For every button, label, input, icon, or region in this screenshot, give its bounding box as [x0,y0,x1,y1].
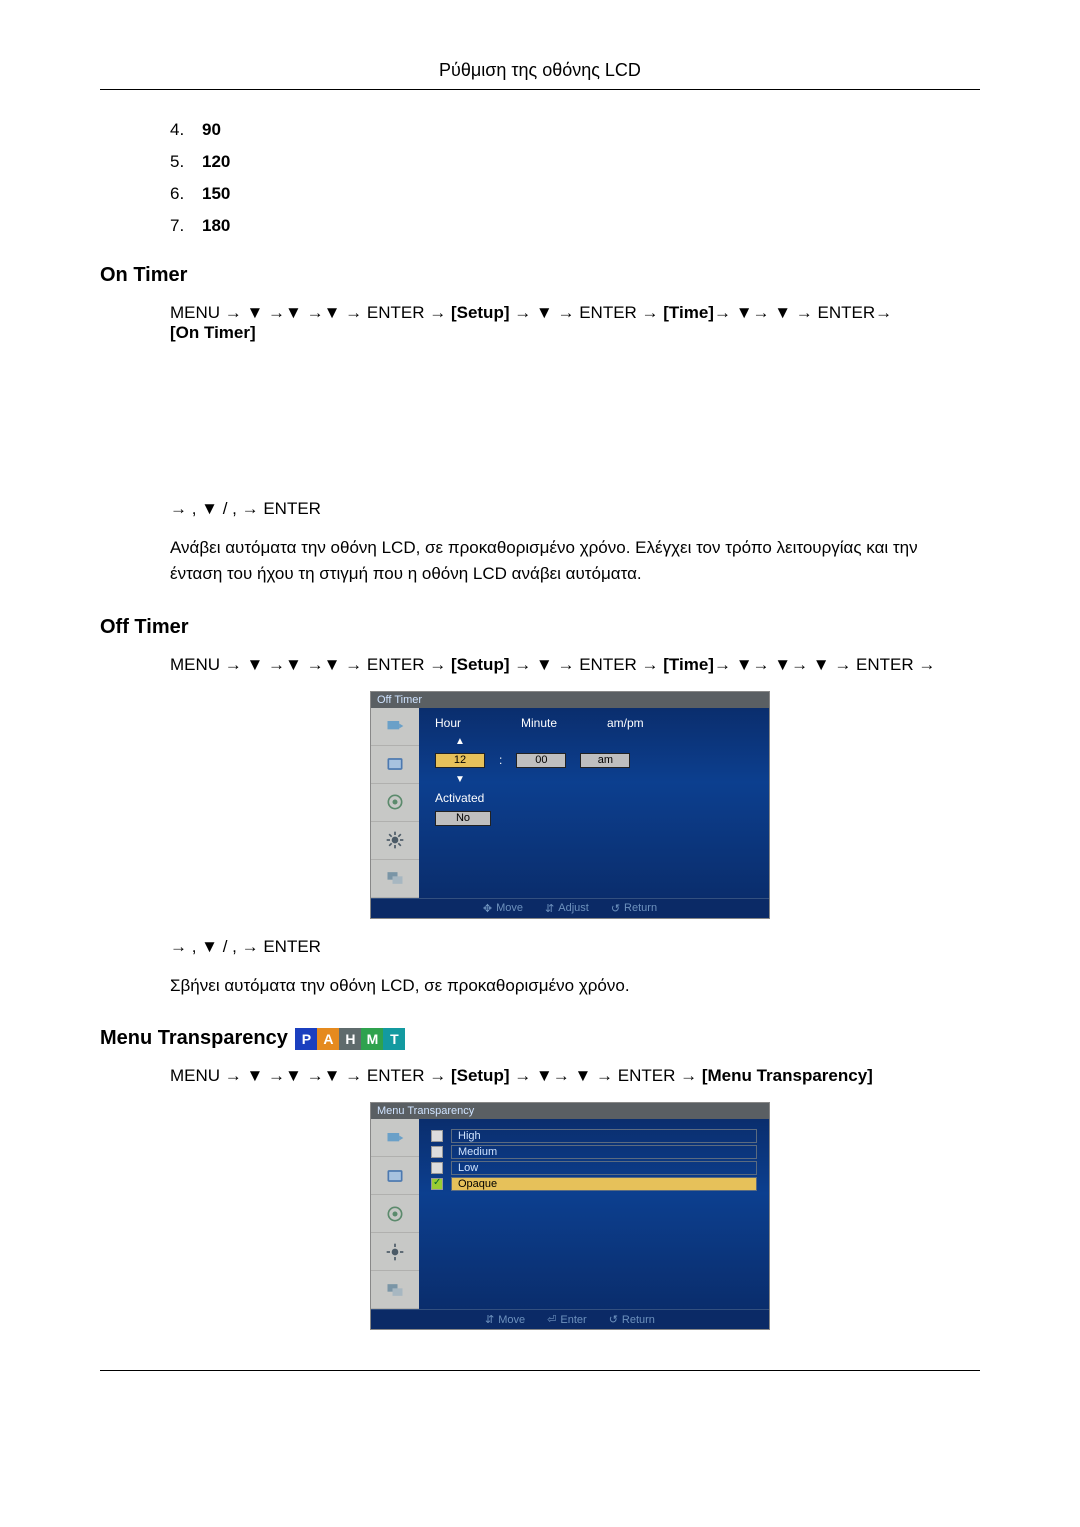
on-timer-nav2: → , ▼ / , → ENTER [170,499,970,519]
menu-transparency-path: MENU → ▼ →▼ →▼ → ENTER → [Setup] → ▼→ ▼ … [170,1066,970,1086]
off-timer-description: Σβήνει αυτόματα την οθόνη LCD, σε προκαθ… [170,973,970,999]
checkbox-icon [431,1146,443,1158]
option-medium[interactable]: Medium [431,1145,757,1159]
osd-sidebar [371,1119,419,1309]
input-icon [371,1119,419,1157]
off-timer-nav2: → , ▼ / , → ENTER [170,937,970,957]
list-item: 4.90 [170,120,980,140]
osd-footer-move: ✥ Move [483,902,523,915]
mode-t-icon: T [383,1028,405,1050]
bottom-rule [100,1370,980,1371]
osd-sidebar [371,708,419,898]
osd-footer-adjust: ⇵ Adjust [545,902,589,915]
path-end: [On Timer] [170,323,256,342]
off-timer-heading: Off Timer [100,616,980,639]
multi-icon [371,860,419,898]
osd-hour-label: Hour [435,716,495,730]
osd-footer: ✥ Move ⇵ Adjust ↺ Return [371,898,769,918]
osd-ampm-value[interactable]: am [580,753,630,768]
sound-icon [371,1195,419,1233]
mode-p-icon: P [295,1028,317,1050]
path-text: → ▼→ ▼ → ENTER → [509,1066,701,1085]
osd-footer-return: ↺ Return [609,1313,655,1326]
mode-h-icon: H [339,1028,361,1050]
mode-m-icon: M [361,1028,383,1050]
path-text: MENU → ▼ →▼ →▼ → ENTER → [170,1066,451,1085]
input-icon [371,708,419,746]
on-timer-heading: On Timer [100,264,980,287]
osd-title: Menu Transparency [371,1103,769,1119]
menu-transparency-osd: Menu Transparency High Medium Low Opaque [170,1102,970,1330]
list-number: 5. [170,152,202,172]
option-low[interactable]: Low [431,1161,757,1175]
option-label: High [451,1129,757,1143]
path-text: MENU → ▼ →▼ →▼ → ENTER → [170,303,451,322]
path-text: → ▼ → ENTER → [509,655,663,674]
image-placeholder [170,359,970,499]
osd-footer-return: ↺ Return [611,902,657,915]
osd-main: Hour Minute am/pm ▲ 12 : 00 am ▼ [419,708,769,898]
list-item: 6.150 [170,184,980,204]
osd-activated-label: Activated [435,791,757,805]
path-setup: [Setup] [451,655,510,674]
osd-colon: : [499,753,502,767]
path-time: [Time] [663,303,714,322]
list-item: 5.120 [170,152,980,172]
list-value: 120 [202,152,230,171]
osd-minute-label: Minute [521,716,581,730]
osd-ampm-label: am/pm [607,716,667,730]
page-header: Ρύθμιση της οθόνης LCD [100,60,980,81]
osd-footer-move: ⇵ Move [485,1313,525,1326]
checkbox-icon [431,1162,443,1174]
top-rule [100,89,980,90]
path-setup: [Setup] [451,1066,510,1085]
osd-hour-value[interactable]: 12 [435,753,485,768]
setup-icon [371,1233,419,1271]
picture-icon [371,746,419,784]
setup-icon [371,822,419,860]
off-timer-path: MENU → ▼ →▼ →▼ → ENTER → [Setup] → ▼ → E… [170,655,970,675]
path-setup: [Setup] [451,303,510,322]
osd-title: Off Timer [371,692,769,708]
checkbox-checked-icon [431,1178,443,1190]
on-timer-description: Ανάβει αυτόματα την οθόνη LCD, σε προκαθ… [170,535,970,588]
mode-a-icon: A [317,1028,339,1050]
list-value: 180 [202,216,230,235]
list-value: 90 [202,120,221,139]
mode-badges: P A H M T [295,1028,405,1050]
option-opaque[interactable]: Opaque [431,1177,757,1191]
list-number: 6. [170,184,202,204]
path-text: → ▼→ ▼→ ▼ → ENTER → [714,655,935,674]
path-text: MENU → ▼ →▼ →▼ → ENTER → [170,655,451,674]
option-label: Opaque [451,1177,757,1191]
path-text: → ▼→ ▼ → ENTER→ [714,303,892,322]
option-high[interactable]: High [431,1129,757,1143]
picture-icon [371,1157,419,1195]
multi-icon [371,1271,419,1309]
list-value: 150 [202,184,230,203]
list-number: 7. [170,216,202,236]
numbered-list: 4.90 5.120 6.150 7.180 [170,120,980,236]
list-number: 4. [170,120,202,140]
osd-footer: ⇵ Move ⏎ Enter ↺ Return [371,1309,769,1329]
osd-main: High Medium Low Opaque [419,1119,769,1309]
osd-minute-value[interactable]: 00 [516,753,566,768]
path-text: → ▼ → ENTER → [509,303,663,322]
sound-icon [371,784,419,822]
path-end: [Menu Transparency] [702,1066,873,1085]
menu-transparency-title: Menu Transparency [100,1027,288,1049]
path-time: [Time] [663,655,714,674]
option-label: Low [451,1161,757,1175]
menu-transparency-heading: Menu Transparency P A H M T [100,1027,980,1050]
option-label: Medium [451,1145,757,1159]
checkbox-icon [431,1130,443,1142]
on-timer-path: MENU → ▼ →▼ →▼ → ENTER → [Setup] → ▼ → E… [170,303,970,343]
osd-activated-value[interactable]: No [435,811,491,826]
list-item: 7.180 [170,216,980,236]
osd-footer-enter: ⏎ Enter [547,1313,587,1326]
down-arrow-icon: ▼ [435,774,485,785]
off-timer-osd: Off Timer Hour Minute am/pm ▲ [170,691,970,919]
up-arrow-icon: ▲ [435,736,485,747]
